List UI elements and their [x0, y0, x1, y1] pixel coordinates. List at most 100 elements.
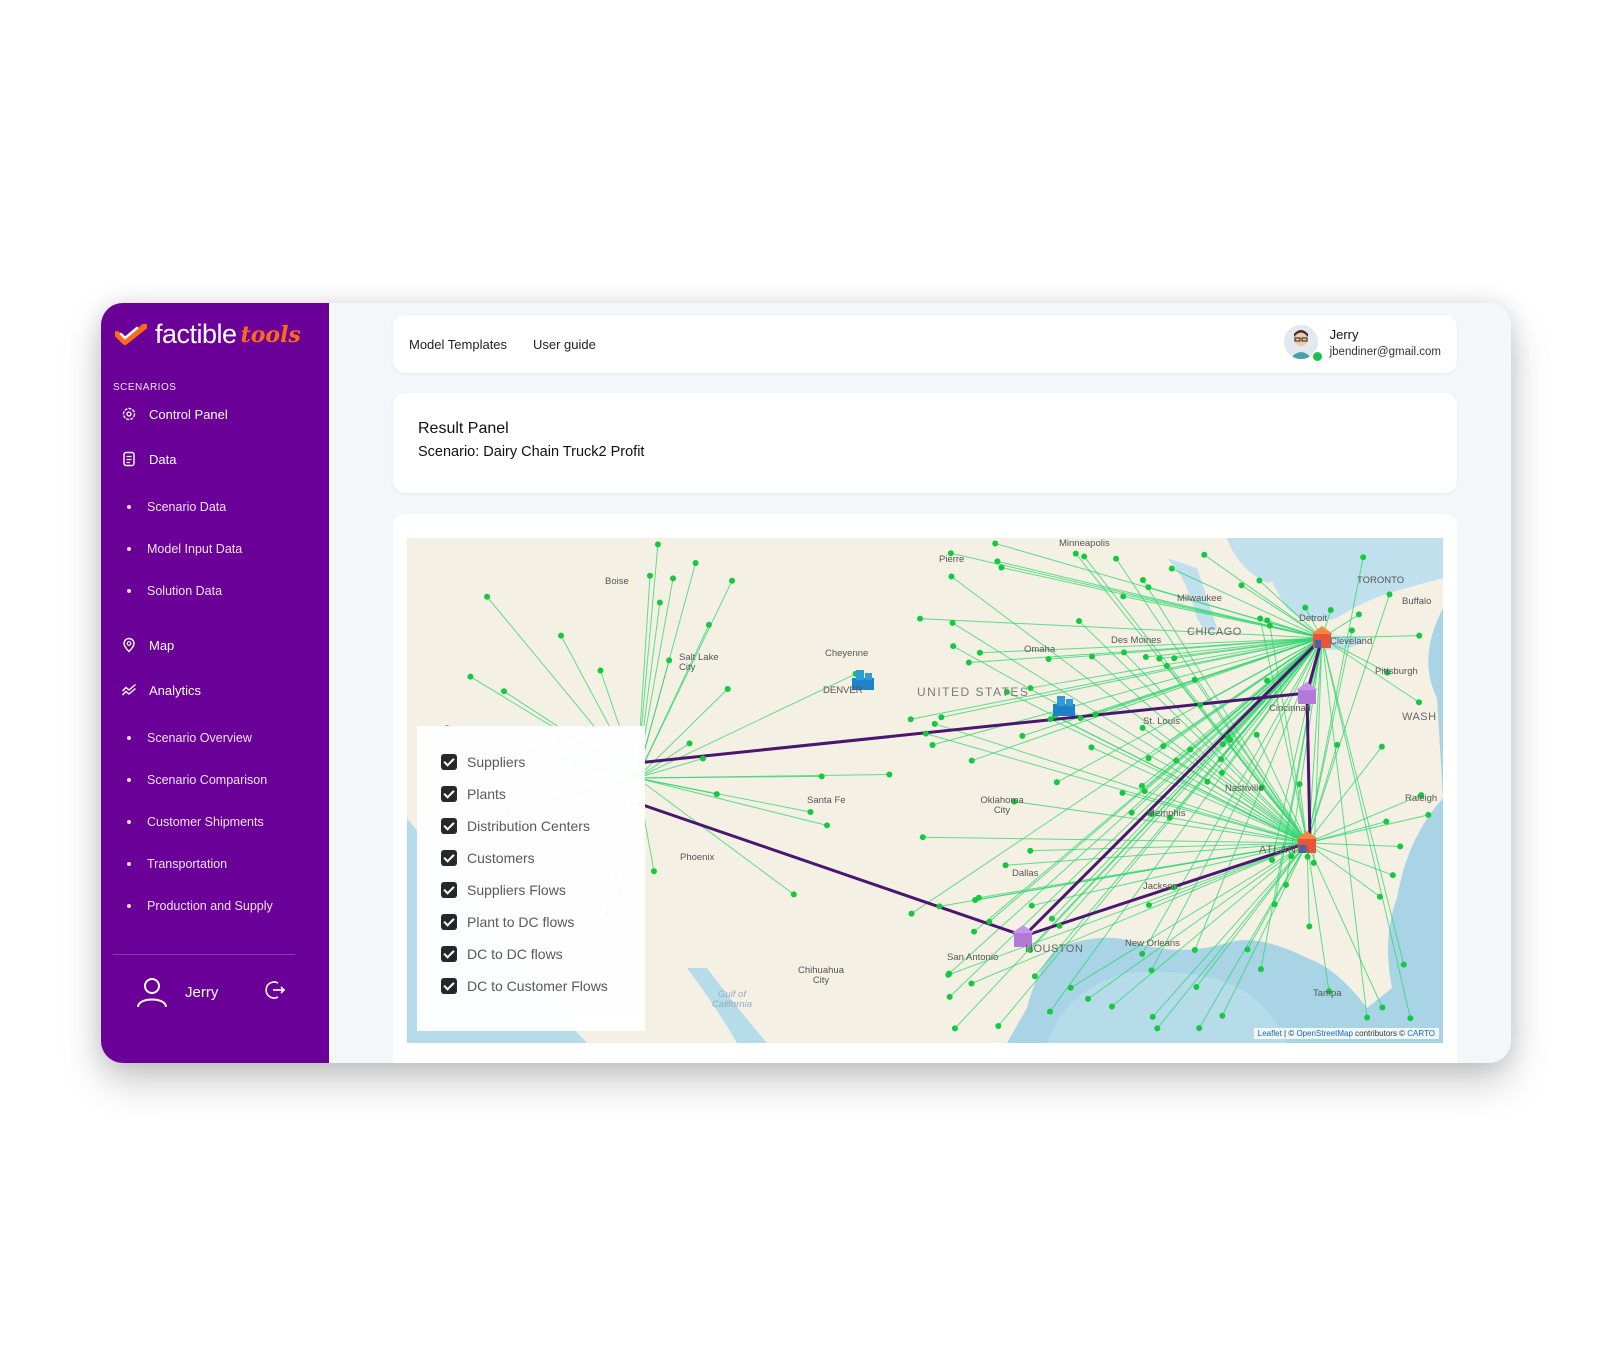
customer-dot[interactable] — [1163, 662, 1170, 669]
checkbox-checked-icon[interactable] — [441, 882, 457, 898]
customer-dot[interactable] — [994, 558, 1001, 565]
customer-dot[interactable] — [1256, 577, 1263, 584]
customer-dot[interactable] — [936, 903, 943, 910]
customer-dot[interactable] — [976, 649, 983, 656]
customer-dot[interactable] — [467, 673, 474, 680]
customer-dot[interactable] — [1193, 983, 1200, 990]
layer-toggle-suppliers[interactable]: Suppliers — [441, 754, 525, 770]
customer-dot[interactable] — [886, 771, 893, 778]
customer-dot[interactable] — [1077, 715, 1084, 722]
customer-dot[interactable] — [951, 1025, 958, 1032]
customer-dot[interactable] — [1264, 677, 1271, 684]
customer-dot[interactable] — [818, 773, 825, 780]
customer-dot[interactable] — [1139, 950, 1146, 957]
customer-dot[interactable] — [946, 993, 953, 1000]
sidebar-item-control-panel[interactable]: Control Panel — [121, 406, 228, 422]
customer-dot[interactable] — [1121, 649, 1128, 656]
customer-dot[interactable] — [948, 573, 955, 580]
customer-dot[interactable] — [500, 688, 507, 695]
customer-dot[interactable] — [1364, 1014, 1371, 1021]
customer-dot[interactable] — [1196, 1025, 1203, 1032]
customer-dot[interactable] — [1142, 653, 1149, 660]
customer-dot[interactable] — [1019, 732, 1026, 739]
customer-dot[interactable] — [656, 599, 663, 606]
layer-toggle-plants[interactable]: Plants — [441, 786, 506, 802]
customer-dot[interactable] — [1119, 789, 1126, 796]
customer-dot[interactable] — [1360, 554, 1367, 561]
sidebar-item-transportation[interactable]: Transportation — [127, 857, 227, 871]
layer-toggle-plant-to-dc-flows[interactable]: Plant to DC flows — [441, 914, 574, 930]
customer-dot[interactable] — [1268, 856, 1275, 863]
customer-dot[interactable] — [1349, 627, 1356, 634]
sidebar-item-scenario-overview[interactable]: Scenario Overview — [127, 731, 252, 745]
customer-dot[interactable] — [1378, 743, 1385, 750]
customer-dot[interactable] — [1271, 901, 1278, 908]
customer-dot[interactable] — [1296, 781, 1303, 788]
customer-dot[interactable] — [1219, 1012, 1226, 1019]
layer-toggle-dc-to-customer-flows[interactable]: DC to Customer Flows — [441, 978, 608, 994]
layer-toggle-suppliers-flows[interactable]: Suppliers Flows — [441, 882, 566, 898]
user-guide-link[interactable]: User guide — [533, 337, 596, 352]
customer-dot[interactable] — [1191, 676, 1198, 683]
customer-dot[interactable] — [1120, 593, 1127, 600]
checkbox-checked-icon[interactable] — [441, 914, 457, 930]
customer-dot[interactable] — [1306, 923, 1313, 930]
checkbox-checked-icon[interactable] — [441, 978, 457, 994]
customer-dot[interactable] — [692, 559, 699, 566]
customer-dot[interactable] — [1154, 1025, 1161, 1032]
customer-dot[interactable] — [1138, 782, 1145, 789]
sidebar-item-scenario-comparison[interactable]: Scenario Comparison — [127, 773, 267, 787]
checkbox-checked-icon[interactable] — [441, 786, 457, 802]
customer-dot[interactable] — [1238, 582, 1245, 589]
customer-dot[interactable] — [1168, 565, 1175, 572]
customer-dot[interactable] — [1145, 902, 1152, 909]
leaflet-link[interactable]: Leaflet — [1258, 1029, 1282, 1038]
customer-dot[interactable] — [558, 632, 565, 639]
sidebar-item-customer-shipments[interactable]: Customer Shipments — [127, 815, 264, 829]
customer-dot[interactable] — [917, 615, 924, 622]
sidebar-item-scenario-data[interactable]: Scenario Data — [127, 500, 226, 514]
customer-dot[interactable] — [1171, 655, 1178, 662]
customer-dot[interactable] — [968, 980, 975, 987]
customer-dot[interactable] — [646, 572, 653, 579]
customer-dot[interactable] — [597, 667, 604, 674]
customer-dot[interactable] — [790, 891, 797, 898]
customer-dot[interactable] — [713, 791, 720, 798]
logout-icon[interactable] — [265, 979, 287, 1001]
customer-dot[interactable] — [1257, 966, 1264, 973]
brand-logo[interactable]: factible tools — [115, 319, 301, 350]
customer-dot[interactable] — [1027, 847, 1034, 854]
customer-dot[interactable] — [950, 643, 957, 650]
customer-dot[interactable] — [1218, 769, 1225, 776]
customer-dot[interactable] — [650, 868, 657, 875]
customer-dot[interactable] — [1145, 584, 1152, 591]
customer-dot[interactable] — [699, 755, 706, 762]
customer-dot[interactable] — [1400, 961, 1407, 968]
customer-dot[interactable] — [1219, 741, 1226, 748]
customer-dot[interactable] — [1334, 741, 1341, 748]
customer-dot[interactable] — [1376, 893, 1383, 900]
customer-dot[interactable] — [1253, 731, 1260, 738]
customer-dot[interactable] — [1045, 655, 1052, 662]
customer-dot[interactable] — [1053, 779, 1060, 786]
customer-dot[interactable] — [1002, 862, 1009, 869]
carto-link[interactable]: CARTO — [1407, 1029, 1435, 1038]
customer-dot[interactable] — [824, 822, 831, 829]
customer-dot[interactable] — [1081, 553, 1088, 560]
customer-dot[interactable] — [1141, 788, 1148, 795]
sidebar-item-model-input-data[interactable]: Model Input Data — [127, 542, 242, 556]
customer-dot[interactable] — [1148, 967, 1155, 974]
supply-chain-map[interactable]: UNITED STATES Minneapolis Pierre Boise T… — [407, 538, 1443, 1043]
customer-dot[interactable] — [1108, 1003, 1115, 1010]
customer-dot[interactable] — [1217, 756, 1224, 763]
customer-dot[interactable] — [705, 621, 712, 628]
sidebar-user[interactable]: Jerry — [135, 975, 218, 1009]
customer-dot[interactable] — [670, 575, 677, 582]
customer-dot[interactable] — [1407, 1015, 1414, 1022]
checkbox-checked-icon[interactable] — [441, 946, 457, 962]
customer-dot[interactable] — [1046, 1008, 1053, 1015]
customer-dot[interactable] — [992, 540, 999, 547]
customer-dot[interactable] — [1160, 743, 1167, 750]
customer-dot[interactable] — [1028, 902, 1035, 909]
customer-dot[interactable] — [1088, 653, 1095, 660]
